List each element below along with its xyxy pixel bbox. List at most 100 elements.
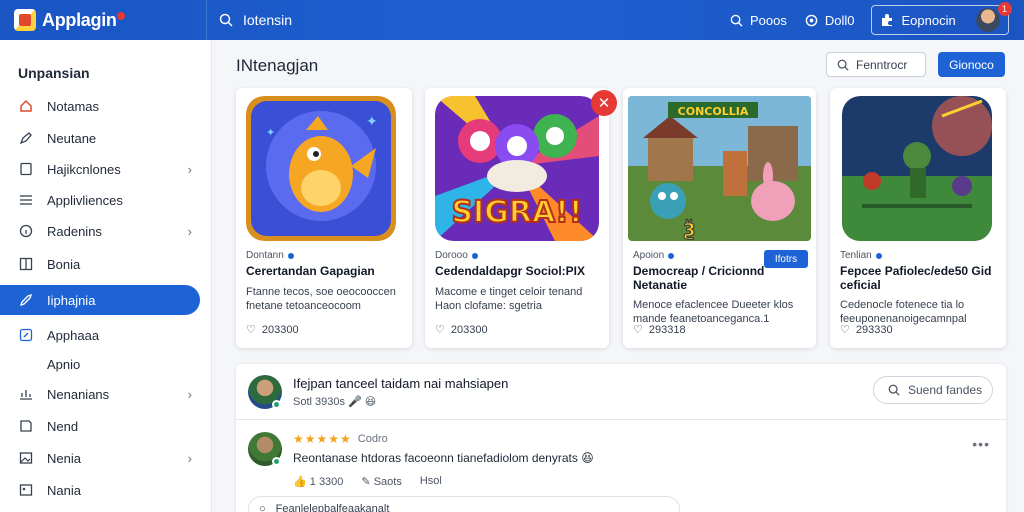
sidebar-item-nania[interactable]: Nania [0, 475, 212, 505]
search-icon [837, 59, 849, 71]
top-link-settings[interactable]: Doll0 [805, 13, 855, 28]
sidebar-item-label: Apphaaa [47, 327, 100, 343]
app-card[interactable]: CONCOLLIA Ѯ Apoion Ifotrs Democreap / Cr… [623, 88, 816, 348]
card-title: Democreap / Cricionnd Netanatie [633, 264, 765, 292]
reviews-subtitle: Sotl 3930s 🎤 😆 [293, 395, 376, 408]
close-icon[interactable]: ✕ [591, 90, 617, 116]
top-search[interactable]: Iotensin [206, 0, 686, 40]
notification-badge: 1 [997, 2, 1012, 16]
chart-icon [18, 387, 33, 402]
card-publisher: Dorooo [435, 250, 468, 261]
sidebar-item-label: Nend [47, 418, 79, 434]
brand-notification-dot [116, 11, 125, 20]
verified-icon [287, 252, 294, 259]
card-title: Fepcee Pafiolec/ede50 Gid ceficial [840, 264, 992, 292]
list-icon [18, 193, 33, 208]
reply-button[interactable]: ✎ Saots [361, 475, 401, 488]
card-meta: Apoion [633, 250, 675, 261]
sidebar-item-nenanians[interactable]: Nenanians › [0, 379, 212, 409]
star-rating: ★★★★★ Codro [293, 432, 388, 446]
app-artwork-adventure [842, 96, 992, 241]
app-logo-icon [14, 9, 36, 31]
top-links: Pooos Doll0 [730, 13, 855, 28]
like-button[interactable]: 👍 1 3300 [293, 475, 343, 488]
photo-icon [18, 483, 33, 498]
card-likes[interactable]: ♡ 203300 [246, 323, 299, 337]
app-artwork-sigra: SIGRA!! [435, 96, 599, 241]
top-link-search[interactable]: Pooos [730, 13, 787, 28]
more-options-icon[interactable]: ••• [972, 436, 990, 452]
top-link-label: Doll0 [824, 12, 855, 28]
sidebar-item-label: Apnio [47, 356, 81, 372]
review-search-button[interactable]: Suend fandes [873, 376, 993, 404]
card-meta: Tenlian [840, 250, 882, 261]
card-description: Ftanne tecos, soe oeocooccen fnetane tet… [246, 286, 396, 312]
app-card[interactable]: ✦ ✦ Dontann Cerertandan Gapagian Ftanne … [236, 88, 412, 348]
profile-button[interactable]: Eopnocin 1 [870, 2, 1012, 35]
verified-icon [875, 252, 882, 259]
reviews-title: Ifejpan tanceel taidam nai mahsiapen [293, 376, 509, 391]
sidebar-item-apphaaa[interactable]: Apphaaa [0, 320, 212, 350]
share-button[interactable]: Hsol [420, 475, 442, 488]
emoji-icon: 🎤 😆 [348, 396, 377, 408]
likes-count: 203300 [450, 323, 488, 336]
puzzle-icon [881, 14, 892, 26]
chevron-right-icon: › [187, 450, 192, 466]
filter-button[interactable]: Fenntrocr [826, 52, 926, 77]
reply-placeholder: Feanlelepbalfeaakanalt [275, 503, 390, 512]
home-icon [18, 99, 33, 114]
card-likes[interactable]: ♡ 293330 [840, 323, 893, 337]
likes-count: 293318 [648, 323, 686, 336]
reviews-count: Sotl 3930s [293, 396, 345, 408]
card-publisher: Dontann [246, 250, 284, 261]
primary-button[interactable]: Gionoco [938, 52, 1005, 77]
sidebar-item-label: Neutane [47, 130, 97, 146]
artwork-text: CONCOLLIA [678, 105, 749, 118]
app-card[interactable]: SIGRA!! ✕ Dorooo Cedendaldapgr Sociol:PI… [425, 88, 617, 348]
sidebar-item-label: Notamas [47, 98, 100, 114]
card-likes[interactable]: ♡ 203300 [435, 323, 488, 337]
sidebar-item-hajikcnlones[interactable]: Hajikcnlones › [0, 154, 212, 184]
verified-icon [668, 252, 675, 259]
reply-input[interactable]: ○ Feanlelepbalfeaakanalt [248, 496, 680, 512]
sidebar-item-iiphajnia[interactable]: Iiphajnia [0, 285, 200, 315]
sidebar: Unpansian Notamas Neutane Hajikcnlones ›… [0, 40, 212, 512]
online-status-icon [272, 457, 281, 466]
sidebar-item-neutane[interactable]: Neutane [0, 123, 212, 153]
sidebar-item-label: Nenia [47, 450, 81, 466]
card-likes[interactable]: ♡ 293318 [633, 323, 686, 337]
brand[interactable]: Applagin [0, 9, 200, 31]
svg-text:✦: ✦ [266, 127, 275, 139]
svg-text:Ѯ: Ѯ [683, 219, 696, 241]
card-publisher: Tenlian [840, 250, 872, 261]
sidebar-item-label: Hajikcnlones [47, 161, 121, 177]
likes-count: 203300 [261, 323, 299, 336]
review-search-label: Suend fandes [908, 383, 983, 397]
card-publisher: Apoion [633, 250, 665, 261]
reviews-panel: Ifejpan tanceel taidam nai mahsiapen Sot… [236, 364, 1006, 512]
note-icon [18, 419, 33, 434]
reply-label: Saots [373, 476, 402, 488]
sidebar-item-notamas[interactable]: Notamas [0, 91, 212, 121]
like-count: 1 3300 [309, 476, 344, 488]
pen-icon [18, 131, 33, 146]
heart-icon: ♡ [633, 324, 643, 336]
chevron-right-icon: › [187, 161, 192, 177]
sidebar-item-applivliences[interactable]: Applivliences [0, 185, 212, 215]
sidebar-item-radenins[interactable]: Radenins › [0, 216, 212, 246]
sidebar-item-nenia[interactable]: Nenia › [0, 443, 212, 473]
sidebar-item-bonia[interactable]: Bonia [0, 249, 212, 279]
chevron-right-icon: › [187, 386, 192, 402]
sidebar-item-nend[interactable]: Nend [0, 411, 212, 441]
sidebar-item-label: Iiphajnia [47, 292, 96, 308]
square-icon [18, 162, 33, 177]
search-icon [219, 13, 233, 27]
sidebar-item-apnio[interactable]: Apnio [0, 349, 212, 379]
card-title: Cedendaldapgr Sociol:PIX [435, 264, 586, 278]
card-meta: Dontann [246, 250, 294, 261]
stars-icon: ★★★★★ [293, 432, 352, 446]
app-artwork-fish: ✦ ✦ [246, 96, 396, 241]
top-link-label: Pooos [750, 12, 787, 28]
rocket-icon [18, 293, 33, 308]
app-card[interactable]: Tenlian Fepcee Pafiolec/ede50 Gid cefici… [830, 88, 1006, 348]
